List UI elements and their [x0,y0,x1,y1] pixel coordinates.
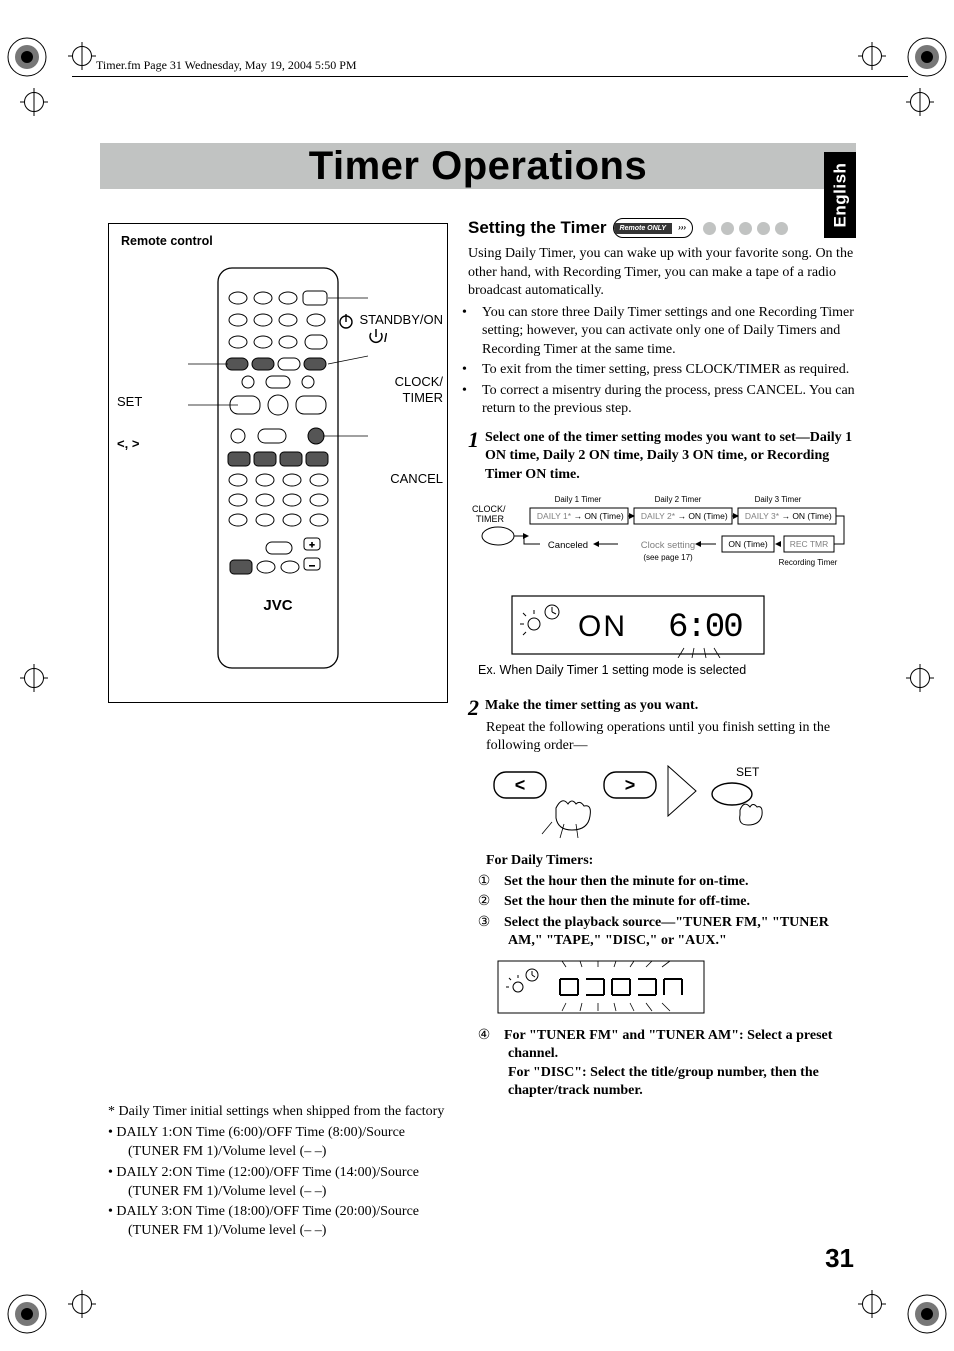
list-item: ④For "TUNER FM" and "TUNER AM": Select a… [486,1027,858,1101]
color-bar-icon [906,1293,948,1335]
svg-text:/I: /I [384,331,387,345]
svg-text:(see page 17): (see page 17) [643,553,693,562]
svg-text:>: > [625,775,636,795]
header-rule [72,76,908,77]
label-arrows: <, > [117,436,139,451]
lcd-display-icon: ON 6:00 [508,592,768,658]
svg-text:ON (Time): ON (Time) [584,511,624,521]
svg-text:SET: SET [736,765,760,779]
color-bar-icon [6,1293,48,1335]
step-number: 2 [468,697,479,719]
page-header-meta: Timer.fm Page 31 Wednesday, May 19, 2004… [96,58,357,73]
step-1-text: Select one of the timer setting modes yo… [485,429,858,484]
decorative-dots-icon [703,222,788,235]
svg-text:ON (Time): ON (Time) [688,511,728,521]
power-icon: /I [365,328,387,346]
step-2-body: Repeat the following operations until yo… [486,719,858,756]
svg-text:ON (Time): ON (Time) [728,539,768,549]
list-item: ①Set the hour then the minute for on-tim… [486,873,858,891]
label-cancel: CANCEL [390,471,443,486]
svg-text:Canceled: Canceled [548,540,588,551]
crop-mark-icon [906,664,934,692]
svg-text:<: < [515,775,526,795]
display-caption: Ex. When Daily Timer 1 setting mode is s… [478,662,858,679]
badge-text: Remote ONLY [614,223,673,234]
daily-timers-head: For Daily Timers: [486,852,858,870]
mode-flow-diagram-icon: Daily 1 Timer Daily 2 Timer Daily 3 Time… [468,492,856,584]
svg-text:DAILY 3*: DAILY 3* [745,511,780,521]
remote-control-diagram: Remote control SET <, > STANDBY/ON CLOCK… [108,223,448,703]
footnote-1: • DAILY 1:ON Time (6:00)/OFF Time (8:00)… [108,1124,448,1162]
daily-steps-list: ①Set the hour then the minute for on-tim… [486,873,858,951]
button-sequence-icon: < > SET [486,764,786,842]
section-heading: Setting the Timer [468,217,607,239]
footnotes: * Daily Timer initial settings when ship… [108,1103,448,1241]
title-band: Timer Operations [100,143,856,189]
lcd-source-display-icon [496,959,706,1017]
page-title: Timer Operations [309,144,647,189]
display-time: 6:00 [668,609,742,647]
footnote-star: * Daily Timer initial settings when ship… [108,1103,448,1122]
step-2: 2 Make the timer setting as you want. Re… [468,697,858,1101]
crop-mark-icon [68,42,96,70]
svg-text:ON (Time): ON (Time) [792,511,832,521]
remote-only-badge: Remote ONLY ››› [613,218,694,238]
svg-text:Clock setting: Clock setting [641,540,695,551]
svg-text:→: → [678,511,687,521]
svg-text:–: – [309,560,314,570]
daily-steps-list-cont: ④For "TUNER FM" and "TUNER AM": Select a… [486,1027,858,1101]
svg-text:→: → [574,511,583,521]
svg-text:Daily 1 Timer: Daily 1 Timer [555,495,602,504]
crop-mark-icon [906,88,934,116]
svg-text:CLOCK/: CLOCK/ [472,504,506,514]
svg-text:→: → [782,511,791,521]
svg-text:Daily 3 Timer: Daily 3 Timer [755,495,802,504]
svg-text:DAILY 1*: DAILY 1* [537,511,572,521]
crop-mark-icon [68,1290,96,1318]
svg-text:TIMER: TIMER [476,514,504,524]
intro-text: Using Daily Timer, you can wake up with … [468,245,858,300]
step-1: 1 Select one of the timer setting modes … [468,429,858,679]
signal-icon: ››› [672,223,692,234]
display-on: ON [578,610,627,643]
remote-title: Remote control [121,234,435,248]
svg-text:Recording Timer: Recording Timer [779,558,838,567]
svg-text:Daily 2 Timer: Daily 2 Timer [655,495,702,504]
crop-mark-icon [20,664,48,692]
page-number: 31 [825,1243,854,1274]
crop-mark-icon [20,88,48,116]
color-bar-icon [6,36,48,78]
footnote-2: • DAILY 2:ON Time (12:00)/OFF Time (14:0… [108,1164,448,1202]
footnote-3: • DAILY 3:ON Time (18:00)/OFF Time (20:0… [108,1203,448,1241]
list-item: ②Set the hour then the minute for off-ti… [486,893,858,911]
list-item: ③Select the playback source—"TUNER FM," … [486,914,858,951]
notes-list: You can store three Daily Timer settings… [468,304,858,419]
step-2-title: Make the timer setting as you want. [485,697,698,719]
note-item: To exit from the timer setting, press CL… [468,361,858,379]
step-number: 1 [468,429,479,484]
crop-mark-icon [858,42,886,70]
remote-illustration-icon: + – JVC [188,258,368,678]
label-clock-l1: CLOCK/ [395,374,443,389]
note-item: To correct a misentry during the process… [468,382,858,419]
crop-mark-icon [858,1290,886,1318]
note-item: You can store three Daily Timer settings… [468,304,858,359]
svg-text:DAILY 2*: DAILY 2* [641,511,676,521]
color-bar-icon [906,36,948,78]
section-heading-row: Setting the Timer Remote ONLY ››› [468,217,858,239]
brand-label: JVC [263,597,292,614]
label-standby: STANDBY/ON [359,312,443,327]
svg-text:REC TMR: REC TMR [790,539,829,549]
label-set: SET [117,394,142,409]
svg-text:+: + [309,540,314,550]
label-clock-l2: TIMER [403,390,443,405]
